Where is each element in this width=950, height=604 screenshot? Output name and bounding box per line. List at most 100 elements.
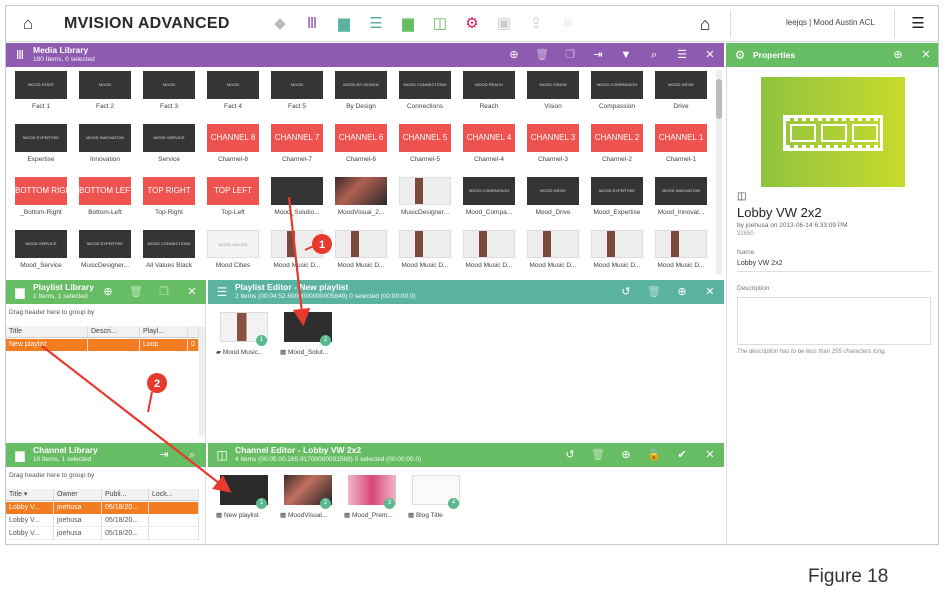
column-header[interactable]: Title ▾: [6, 489, 54, 501]
media-item[interactable]: MOOD COMPASSION Mood_Compa...: [458, 177, 520, 227]
media-item[interactable]: MusicDesigner...: [394, 177, 456, 227]
column-header[interactable]: Playl...: [140, 326, 188, 338]
media-item[interactable]: BOTTOM RIGHT _Bottom-Right: [10, 177, 72, 227]
close-icon[interactable]: ✕: [696, 280, 724, 304]
filter-icon[interactable]: ▼: [612, 43, 640, 67]
search-icon[interactable]: ⌕: [178, 443, 206, 467]
editor-item[interactable]: 3 ▦ Mood_Prem...: [344, 475, 402, 523]
add-circle-icon[interactable]: ⊕: [884, 43, 912, 67]
media-item[interactable]: Mood Music D...: [586, 230, 648, 279]
media-item[interactable]: TOP LEFT Top-Left: [202, 177, 264, 227]
history-icon[interactable]: ↺: [612, 280, 640, 304]
description-field[interactable]: [737, 297, 931, 345]
media-item[interactable]: CHANNEL 8 Channel-8: [202, 124, 264, 174]
name-field[interactable]: Lobby VW 2x2: [737, 260, 783, 267]
media-item[interactable]: Mood_Solutio...: [266, 177, 328, 227]
media-item[interactable]: Mood Music D...: [394, 230, 456, 279]
add-circle-icon[interactable]: ⊕: [668, 280, 696, 304]
copy-icon[interactable]: ❐: [556, 43, 584, 67]
media-item[interactable]: MOOD DRIVE Drive: [650, 71, 712, 121]
column-header[interactable]: Publi...: [102, 489, 149, 501]
list-icon[interactable]: ☰: [360, 12, 392, 36]
editor-item[interactable]: 2 ▦ MoodVisual...: [280, 475, 338, 523]
editor-item[interactable]: 1 ▦ New playlist: [216, 475, 274, 523]
editor-item[interactable]: 1 ▰ Mood Music...: [216, 312, 274, 360]
user-info[interactable]: leejqs | Mood Austin ACL: [786, 18, 875, 27]
channel-icon[interactable]: ◫: [424, 12, 456, 36]
playlist-scrollbar[interactable]: [199, 326, 205, 436]
media-item[interactable]: MOOD INNOVATION Mood_Innovat...: [650, 177, 712, 227]
channel-folder-icon[interactable]: ▆: [392, 12, 424, 36]
media-scrollbar[interactable]: [716, 69, 722, 275]
store-icon[interactable]: ⌂: [693, 12, 717, 36]
upload-icon[interactable]: ⇪: [520, 12, 552, 36]
lock-icon[interactable]: 🔒: [640, 443, 668, 467]
media-item[interactable]: MoodVisual_2...: [330, 177, 392, 227]
trash-icon[interactable]: 🗑: [640, 280, 668, 304]
media-item[interactable]: MOOD Fact 4: [202, 71, 264, 121]
close-icon[interactable]: ✕: [178, 280, 206, 304]
check-icon[interactable]: ✔: [668, 443, 696, 467]
media-item[interactable]: CHANNEL 4 Channel-4: [458, 124, 520, 174]
close-icon[interactable]: ✕: [696, 43, 724, 67]
column-header[interactable]: Title: [6, 326, 88, 338]
media-item[interactable]: MOOD EXPERTISE Expertise: [10, 124, 72, 174]
column-header[interactable]: Descri...: [88, 326, 140, 338]
table-row[interactable]: New playlist Loop 0: [6, 339, 199, 351]
column-header[interactable]: Lock...: [149, 489, 199, 501]
media-item[interactable]: Mood Music D...: [330, 230, 392, 279]
add-circle-icon[interactable]: ⊕: [612, 443, 640, 467]
editor-item[interactable]: 4 ▦ Blog Title: [408, 475, 466, 523]
media-item[interactable]: CHANNEL 2 Channel-2: [586, 124, 648, 174]
media-item[interactable]: MOOD EXPERTISE Mood_Expertise: [586, 177, 648, 227]
media-item[interactable]: MOOD Fact 2: [74, 71, 136, 121]
trash-icon[interactable]: 🗑: [528, 43, 556, 67]
media-item[interactable]: MOOD Fact 3: [138, 71, 200, 121]
inbox-icon[interactable]: ▣: [488, 12, 520, 36]
close-icon[interactable]: ✕: [912, 43, 938, 67]
column-header[interactable]: [188, 326, 199, 338]
media-item[interactable]: MOOD EXPERTISE MusicDesigner...: [74, 230, 136, 279]
trash-icon[interactable]: 🗑: [584, 443, 612, 467]
media-item[interactable]: MOOD VISION Vision: [522, 71, 584, 121]
folder-icon[interactable]: ▆: [328, 12, 360, 36]
add-circle-icon[interactable]: ⊕: [500, 43, 528, 67]
media-item[interactable]: Mood Music D...: [458, 230, 520, 279]
media-item[interactable]: MOOD Fact 5: [266, 71, 328, 121]
media-item[interactable]: Mood Music D...: [650, 230, 712, 279]
add-circle-icon[interactable]: ⊕: [94, 280, 122, 304]
history-icon[interactable]: ↺: [556, 443, 584, 467]
media-item[interactable]: MOOD SERVICE Service: [138, 124, 200, 174]
media-item[interactable]: MOOD STATE Fact 1: [10, 71, 72, 121]
editor-item[interactable]: 2 ▦ Mood_Solut...: [280, 312, 338, 360]
close-icon[interactable]: ✕: [696, 443, 724, 467]
media-item[interactable]: MOOD INNOVATION Innovation: [74, 124, 136, 174]
list-view-icon[interactable]: ☰: [668, 43, 696, 67]
media-item[interactable]: CHANNEL 3 Channel-3: [522, 124, 584, 174]
gear-icon[interactable]: ⚙: [456, 12, 488, 36]
media-item[interactable]: Mood Music D...: [266, 230, 328, 279]
pin-icon[interactable]: ⌾: [552, 12, 584, 36]
home-icon[interactable]: ⌂: [18, 14, 38, 34]
export-icon[interactable]: ⇥: [584, 43, 612, 67]
media-item[interactable]: MOOD BY DESIGN By Design: [330, 71, 392, 121]
media-item[interactable]: Mood Music D...: [522, 230, 584, 279]
media-item[interactable]: BOTTOM LEFT Bottom-Left: [74, 177, 136, 227]
media-item[interactable]: MOOD CONNECTIONS All Values Black: [138, 230, 200, 279]
library-icon[interactable]: Ⅲ: [296, 12, 328, 36]
table-row[interactable]: Lobby V... joehusa 05/18/20...: [6, 502, 199, 514]
media-item[interactable]: MOOD CONNECTIONS Connections: [394, 71, 456, 121]
media-item[interactable]: CHANNEL 7 Channel-7: [266, 124, 328, 174]
copy-icon[interactable]: ❐: [150, 280, 178, 304]
media-item[interactable]: CHANNEL 6 Channel-6: [330, 124, 392, 174]
media-item[interactable]: MOOD SERVICE Mood_Service: [10, 230, 72, 279]
trash-icon[interactable]: 🗑: [122, 280, 150, 304]
table-row[interactable]: Lobby V... joehusa 05/18/20...: [6, 528, 199, 540]
media-item[interactable]: TOP RIGHT Top-Right: [138, 177, 200, 227]
media-item[interactable]: MOOD VALUES Mood Cities: [202, 230, 264, 279]
media-item[interactable]: CHANNEL 5 Channel-5: [394, 124, 456, 174]
column-header[interactable]: Owner: [54, 489, 102, 501]
media-item[interactable]: MOOD REACH Reach: [458, 71, 520, 121]
table-row[interactable]: Lobby V... joehusa 05/18/20...: [6, 515, 199, 527]
search-icon[interactable]: ⌕: [640, 43, 668, 67]
